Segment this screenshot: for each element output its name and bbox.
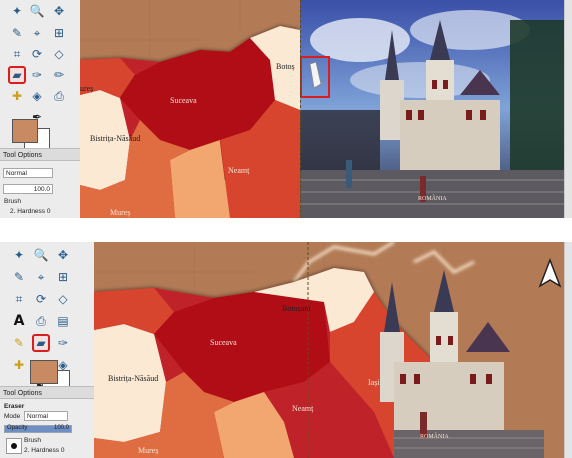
fuzzy-select-icon[interactable]: ✦: [10, 246, 28, 264]
eraser-icon[interactable]: ▰: [32, 334, 50, 352]
text-icon[interactable]: A: [10, 312, 28, 330]
mode-select[interactable]: Normal: [24, 411, 68, 421]
move-icon[interactable]: ✥: [54, 246, 72, 264]
label-botosani: Botoșani: [282, 304, 311, 313]
clone-icon[interactable]: ⎙: [50, 87, 68, 105]
brush-label: Brush: [4, 198, 21, 205]
screenshot-bottom: ✦ 🔍 ✥ ✎ ⌖ ⊞ ⌗ ⟳ ◇ A ⎙ ▤ ✎ ▰ ✑ ✚ ✖ ◈ ✒ To…: [0, 242, 572, 458]
region-bistrita: [94, 324, 166, 442]
zoom-icon[interactable]: 🔍: [28, 2, 46, 20]
label-mures: Mureș: [138, 446, 159, 455]
label-bistrita: Bistrița-Năsăud: [108, 374, 159, 383]
map-canvas-top[interactable]: Suceava Botoș Bistrița-Năsăud Neamț Mure…: [80, 0, 300, 218]
toolbox-bottom: ✦ 🔍 ✥ ✎ ⌖ ⊞ ⌗ ⟳ ◇ A ⎙ ▤ ✎ ▰ ✑ ✚ ✖ ◈ ✒ To…: [0, 242, 95, 458]
label-romania: ROMÂNIA: [418, 196, 447, 202]
align-icon[interactable]: ⊞: [50, 24, 68, 42]
brush-hardness[interactable]: 2. Hardness 0: [10, 208, 50, 215]
canvas-guide-top: [300, 0, 301, 218]
toolbox-top: ✦ 🔍 ✥ ✎ ⌖ ⊞ ⌗ ⟳ ◇ ▰ ✑ ✏ ✚ ◈ ⎙ ✒ Tool Opt…: [0, 0, 81, 218]
label-mures: Mureș: [110, 208, 131, 217]
zoom-icon[interactable]: 🔍: [32, 246, 50, 264]
brush-hardness[interactable]: 2. Hardness 0: [24, 447, 64, 454]
move-icon[interactable]: ✥: [50, 2, 68, 20]
compass-icon: N: [538, 257, 562, 288]
scrollbar-top[interactable]: [564, 0, 572, 218]
label-suceava: Suceava: [210, 338, 237, 347]
label-iasi: Iași: [368, 378, 380, 387]
label-bistrita: Bistrița-Năsăud: [90, 134, 141, 143]
gradient-icon[interactable]: ▤: [54, 312, 72, 330]
free-select-icon[interactable]: ✎: [8, 24, 26, 42]
eraser-cursor-icon: [309, 62, 322, 89]
fuzzy-select-icon[interactable]: ✦: [8, 2, 26, 20]
align-icon[interactable]: ⊞: [54, 268, 72, 286]
opacity-label: Opacity: [7, 425, 28, 431]
label-romania: ROMÂNIA: [420, 434, 449, 440]
brush-label: Brush: [24, 437, 41, 444]
perspective-icon[interactable]: ◇: [54, 290, 72, 308]
brush-dot: [11, 443, 17, 449]
opacity-value: 100.0: [54, 425, 70, 431]
color-picker-icon[interactable]: ✑: [54, 334, 72, 352]
free-select-icon[interactable]: ✎: [10, 268, 28, 286]
label-mures-left: ureș: [80, 84, 94, 93]
foreground-color-swatch[interactable]: [30, 360, 58, 384]
heal-icon[interactable]: ✚: [8, 87, 26, 105]
label-botosani: Botoș: [276, 62, 295, 71]
map-canvas-bottom[interactable]: Suceava Botoșani Bistrița-Năsăud Neamț I…: [94, 242, 564, 458]
rotate-icon[interactable]: ⟳: [32, 290, 50, 308]
brush-preview[interactable]: [6, 438, 22, 454]
bucket-fill-icon[interactable]: ◈: [28, 87, 46, 105]
perspective-icon[interactable]: ◇: [50, 45, 68, 63]
label-neamt: Neamț: [292, 404, 314, 413]
tool-name: Eraser: [4, 403, 25, 410]
rotate-icon[interactable]: ⟳: [28, 45, 46, 63]
pencil-icon[interactable]: ✏: [50, 66, 68, 84]
label-neamt: Neamț: [228, 166, 250, 175]
clone-icon[interactable]: ⎙: [32, 312, 50, 330]
castle-photo-top: [300, 0, 564, 218]
map-svg-bottom: [94, 242, 564, 458]
screenshot-top: ✦ 🔍 ✥ ✎ ⌖ ⊞ ⌗ ⟳ ◇ ▰ ✑ ✏ ✚ ◈ ⎙ ✒ Tool Opt…: [0, 0, 572, 218]
scrollbar-bottom[interactable]: [564, 242, 572, 458]
photo-canvas-top[interactable]: ROMÂNIA: [300, 0, 564, 218]
measure-icon[interactable]: ⌖: [32, 268, 50, 286]
crop-icon[interactable]: ⌗: [10, 290, 28, 308]
foreground-color-swatch[interactable]: [12, 119, 38, 143]
measure-icon[interactable]: ⌖: [28, 24, 46, 42]
paintbrush-icon[interactable]: ✎: [10, 334, 28, 352]
mode-label: Mode: [4, 413, 21, 420]
crop-icon[interactable]: ⌗: [8, 45, 26, 63]
tool-options-header: Tool Options: [0, 148, 80, 161]
mode-select[interactable]: Normal: [3, 168, 53, 178]
heal-icon[interactable]: ✚: [10, 356, 28, 374]
tool-options-header: Tool Options: [0, 386, 94, 399]
map-svg-top: [80, 0, 300, 218]
color-picker-icon[interactable]: ✑: [28, 66, 46, 84]
label-suceava: Suceava: [170, 96, 197, 105]
opacity-field[interactable]: 100.0: [3, 184, 53, 194]
eraser-icon[interactable]: ▰: [8, 66, 26, 84]
